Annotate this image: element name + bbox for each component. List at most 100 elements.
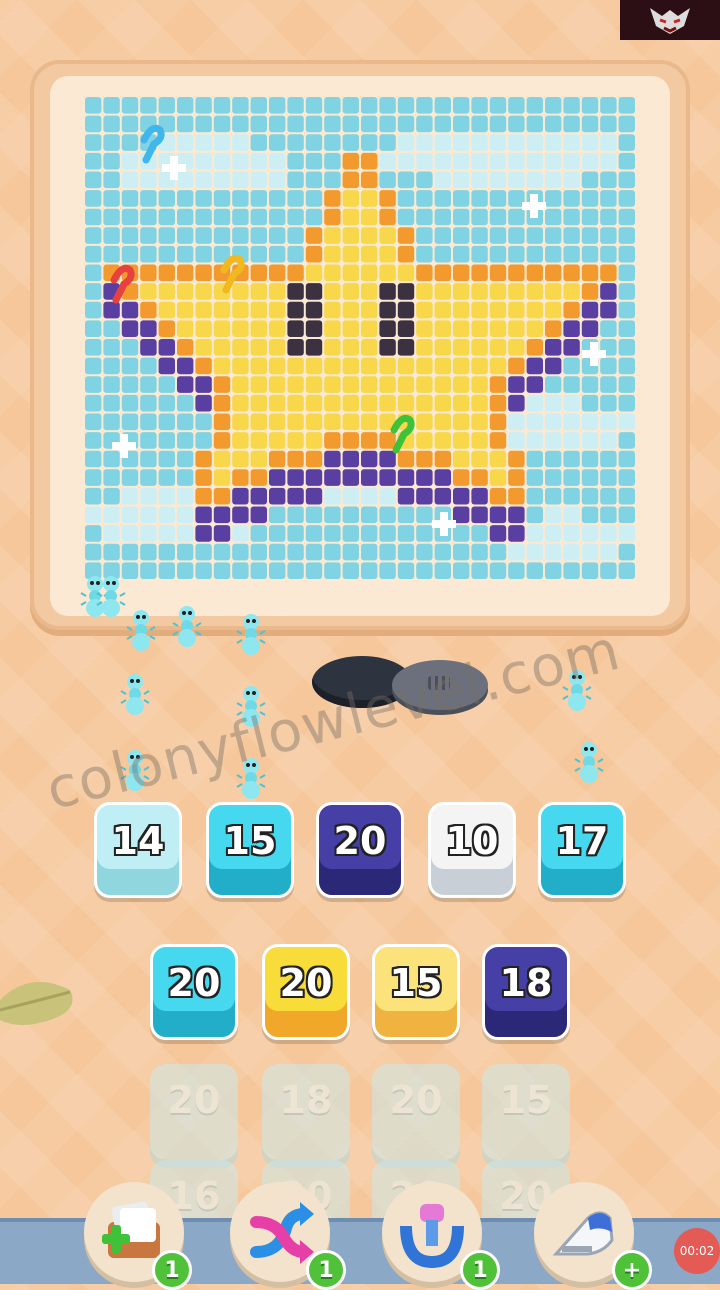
pixel-cell: [195, 376, 212, 393]
pixel-cell: [545, 562, 562, 579]
pixel-cell: [305, 208, 323, 226]
pixel-cell: [508, 301, 525, 319]
pixel-cell: [526, 227, 543, 244]
pixel-cell: [397, 283, 415, 300]
pixel-cell: [250, 115, 267, 133]
pixel-cell: [158, 320, 175, 337]
number-block[interactable]: 20: [150, 1064, 238, 1160]
pixel-cell: [287, 171, 304, 189]
pixel-cell: [361, 413, 378, 431]
pixel-cell: [250, 376, 267, 393]
pixel-cell: [269, 339, 286, 356]
number-block[interactable]: 20: [372, 1064, 460, 1160]
pixel-cell: [158, 227, 175, 244]
pixel-cell: [250, 394, 267, 412]
block-count: 10: [445, 819, 499, 863]
pixel-cell: [305, 543, 323, 561]
pixel-cell: [342, 450, 359, 468]
pixel-cell: [232, 339, 249, 356]
pixel-cell: [232, 134, 249, 151]
pixel-cell: [213, 450, 231, 468]
pixel-cell: [103, 413, 120, 431]
pixel-cell: [581, 227, 599, 244]
pixel-cell: [471, 190, 488, 207]
pixel-cell: [453, 227, 470, 244]
pixel-cell: [471, 450, 488, 468]
pixel-cell: [250, 413, 267, 431]
pixel-cell: [453, 245, 470, 263]
pixel-cell: [85, 450, 102, 468]
pixel-cell: [305, 376, 323, 393]
pixel-cell: [471, 376, 488, 393]
pixel-cell: [140, 525, 157, 542]
pixel-cell: [397, 469, 415, 486]
pixel-cell: [434, 469, 451, 486]
pixel-cell: [85, 115, 102, 133]
pixel-cell: [416, 487, 433, 505]
pixel-cell: [269, 245, 286, 263]
pixel-cell: [434, 283, 451, 300]
number-block[interactable]: 17: [538, 802, 626, 898]
number-block[interactable]: 20: [150, 944, 238, 1040]
pixel-cell: [305, 562, 323, 579]
number-block[interactable]: 18: [482, 944, 570, 1040]
pixel-cell: [361, 543, 378, 561]
pixel-cell: [232, 506, 249, 524]
pixel-cell: [379, 152, 396, 170]
pixel-cell: [379, 301, 396, 319]
pixel-cell: [434, 190, 451, 207]
pixel-cell: [618, 190, 635, 207]
pixel-cell: [342, 357, 359, 375]
pixel-cell: [600, 301, 617, 319]
pixel-cell: [545, 115, 562, 133]
number-block[interactable]: 14: [94, 802, 182, 898]
pixel-puzzle-board[interactable]: [84, 96, 636, 580]
number-block[interactable]: 15: [482, 1064, 570, 1160]
pixel-cell: [287, 357, 304, 375]
pixel-cell: [545, 376, 562, 393]
pixel-cell: [103, 376, 120, 393]
pixel-cell: [508, 339, 525, 356]
pixel-cell: [324, 134, 341, 151]
pixel-cell: [526, 450, 543, 468]
pixel-cell: [600, 283, 617, 300]
pixel-cell: [397, 339, 415, 356]
block-count: 20: [167, 961, 221, 1005]
block-count: 20: [389, 1078, 443, 1122]
pixel-cell: [121, 227, 139, 244]
number-block[interactable]: 20: [316, 802, 404, 898]
pixel-cell: [471, 283, 488, 300]
pixel-cell: [563, 413, 580, 431]
pixel-cell: [287, 487, 304, 505]
pixel-cell: [379, 208, 396, 226]
pixel-cell: [213, 227, 231, 244]
pixel-cell: [526, 115, 543, 133]
pixel-cell: [471, 525, 488, 542]
number-block[interactable]: 18: [262, 1064, 350, 1160]
pixel-cell: [526, 264, 543, 282]
pixel-cell: [361, 134, 378, 151]
pixel-cell: [545, 450, 562, 468]
pixel-cell: [324, 376, 341, 393]
pixel-cell: [287, 450, 304, 468]
pixel-cell: [489, 487, 507, 505]
pixel-cell: [342, 432, 359, 449]
pixel-cell: [121, 320, 139, 337]
pixel-cell: [563, 450, 580, 468]
number-block[interactable]: 20: [262, 944, 350, 1040]
pixel-cell: [489, 115, 507, 133]
pixel-cell: [545, 394, 562, 412]
number-block[interactable]: 15: [206, 802, 294, 898]
pixel-cell: [416, 264, 433, 282]
pixel-cell: [232, 227, 249, 244]
pixel-cell: [287, 134, 304, 151]
pixel-cell: [177, 413, 194, 431]
number-block[interactable]: 15: [372, 944, 460, 1040]
number-block[interactable]: 10: [428, 802, 516, 898]
pixel-cell: [287, 339, 304, 356]
pixel-cell: [324, 227, 341, 244]
pixel-cell: [177, 450, 194, 468]
pixel-cell: [324, 525, 341, 542]
ant-icon: [172, 604, 202, 648]
pixel-cell: [232, 208, 249, 226]
